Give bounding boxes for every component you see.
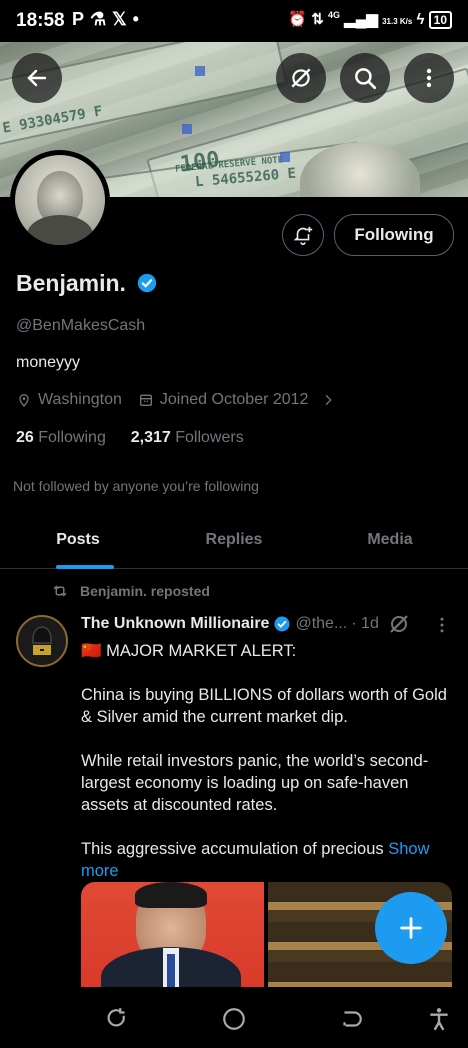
- accessibility-icon[interactable]: [426, 1006, 452, 1032]
- recents-icon[interactable]: [104, 1006, 130, 1032]
- bell-plus-icon: [293, 226, 313, 245]
- banknote-ribbon-mark: [182, 124, 192, 134]
- verified-badge-icon: [138, 273, 157, 293]
- app-p-icon: P: [72, 9, 91, 29]
- profile-name-row: Benjamin.: [16, 270, 158, 297]
- back-button[interactable]: [12, 53, 62, 103]
- tab-posts[interactable]: Posts: [0, 512, 156, 568]
- vertical-dots-icon: [426, 68, 432, 88]
- tab-replies[interactable]: Replies: [156, 512, 312, 568]
- system-nav-bar: [0, 990, 468, 1048]
- active-tab-indicator: [56, 565, 114, 569]
- profile-avatar[interactable]: [10, 150, 110, 250]
- search-icon: [355, 68, 377, 90]
- repost-label[interactable]: Benjamin. reposted: [80, 583, 210, 599]
- profile-name: Benjamin.: [16, 270, 126, 296]
- post-paragraph: China is buying BILLIONS of dollars wort…: [81, 686, 447, 726]
- banknote-ribbon-mark: [280, 152, 290, 162]
- profile-joined: Joined October 2012: [159, 391, 309, 408]
- grok-icon: [291, 68, 311, 88]
- not-followed-text: Not followed by anyone you’re following: [13, 478, 259, 494]
- post-time[interactable]: · 1d: [351, 615, 379, 633]
- profile-meta: Washington Joined October 2012: [16, 391, 336, 409]
- signal-icon: ▂▄▆: [344, 11, 378, 28]
- avatar-portrait: [15, 155, 105, 245]
- post-text: 🇨🇳 MAJOR MARKET ALERT: China is buying B…: [81, 640, 453, 904]
- profile-location: Washington: [38, 391, 122, 408]
- status-app-icons: P⚗𝕏•: [72, 9, 145, 30]
- post-alert-line: 🇨🇳 MAJOR MARKET ALERT:: [81, 642, 297, 660]
- chevron-right-icon[interactable]: [320, 392, 336, 408]
- location-pin-icon: [19, 394, 29, 407]
- follow-counts: 26 Following 2,317 Followers: [16, 429, 244, 447]
- x-app-icon: 𝕏: [112, 9, 133, 29]
- post-author-avatar[interactable]: [16, 615, 68, 667]
- post-author-handle[interactable]: @the...: [295, 615, 347, 633]
- following-link[interactable]: 26 Following: [16, 429, 106, 446]
- back-nav-icon[interactable]: [338, 1006, 364, 1032]
- more-options-button[interactable]: [404, 53, 454, 103]
- profile-bio: moneyyy: [16, 354, 81, 371]
- status-time: 18:58: [16, 10, 65, 31]
- followers-count: 2,317: [130, 429, 171, 446]
- followers-label: Followers: [175, 429, 244, 446]
- banknote-ribbon-mark: [195, 66, 205, 76]
- profile-handle: @BenMakesCash: [16, 317, 146, 334]
- grok-icon[interactable]: [387, 612, 411, 636]
- post-more-icon[interactable]: [432, 615, 452, 635]
- following-count: 26: [16, 429, 34, 446]
- dot-icon: •: [132, 9, 145, 29]
- status-right: ⏰ ⇅ 4G ▂▄▆ 31.3 K/s ϟ 10: [288, 10, 452, 29]
- charging-icon: ϟ: [416, 11, 425, 28]
- repost-icon: [53, 585, 67, 597]
- post-author-name[interactable]: The Unknown Millionaire: [81, 615, 269, 633]
- tab-media[interactable]: Media: [312, 512, 468, 568]
- home-icon[interactable]: [221, 1006, 247, 1032]
- compose-button[interactable]: [375, 892, 447, 964]
- speed-readout: 31.3 K/s: [382, 17, 413, 26]
- post-paragraph: While retail investors panic, the world’…: [81, 752, 429, 814]
- profile-tabs: Posts Replies Media: [0, 512, 468, 569]
- plus-icon: [400, 917, 422, 939]
- repost-indicator: Benjamin. reposted: [50, 582, 210, 600]
- followers-link[interactable]: 2,317 Followers: [131, 429, 244, 446]
- flask-icon: ⚗: [90, 9, 113, 29]
- data-arrows-icon: ⇅: [311, 11, 324, 28]
- status-bar: 18:58 P⚗𝕏• ⏰ ⇅ 4G ▂▄▆ 31.3 K/s ϟ 10: [0, 0, 468, 42]
- post-header: The Unknown Millionaire @the... · 1d: [81, 615, 379, 633]
- search-button[interactable]: [340, 53, 390, 103]
- following-button[interactable]: Following: [334, 214, 454, 256]
- hooded-figure-icon: [32, 626, 52, 655]
- post-media-image[interactable]: [81, 882, 264, 987]
- grok-button[interactable]: [276, 53, 326, 103]
- post-paragraph: This aggressive accumulation of precious: [81, 840, 384, 858]
- arrow-left-icon: [27, 69, 47, 87]
- following-label: Following: [38, 429, 106, 446]
- alarm-icon: ⏰: [288, 11, 308, 28]
- notifications-button[interactable]: [282, 214, 324, 256]
- calendar-icon: [139, 394, 152, 406]
- network-type: 4G: [328, 10, 341, 20]
- verified-badge-icon: [274, 616, 290, 632]
- battery-icon: 10: [428, 11, 452, 29]
